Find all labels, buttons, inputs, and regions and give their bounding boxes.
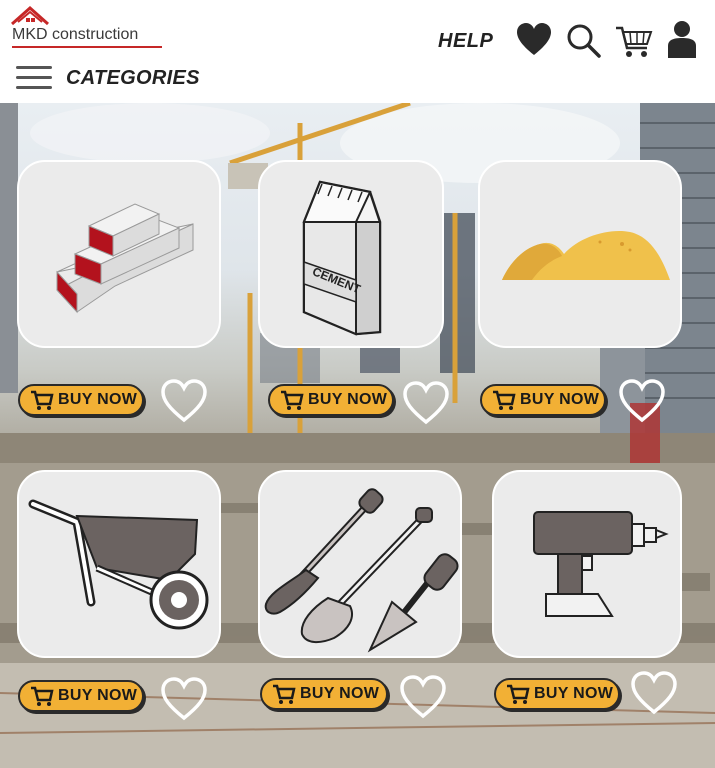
logo-text: MKD construction (12, 26, 139, 43)
wishlist-heart-icon[interactable] (159, 378, 209, 424)
cart-icon (507, 684, 530, 704)
buy-now-button-drill[interactable]: BUY NOW (494, 678, 620, 710)
product-card-sand[interactable] (478, 160, 682, 348)
bricks-icon (56, 203, 194, 314)
cart-icon (31, 686, 54, 706)
buy-now-label: BUY NOW (58, 687, 138, 704)
wheelbarrow-icon (28, 499, 209, 630)
logo[interactable]: MKD construction (10, 6, 175, 50)
buy-now-button-bricks[interactable]: BUY NOW (18, 384, 144, 416)
cart-icon (281, 390, 304, 410)
power-drill-icon (533, 511, 669, 617)
product-card-bricks[interactable] (17, 160, 221, 348)
cart-icon (31, 390, 54, 410)
help-link[interactable]: HELP (438, 30, 493, 53)
product-card-cement[interactable]: CEMENT (258, 160, 444, 348)
sand-pile-icon (502, 230, 670, 280)
cart-icon (493, 390, 516, 410)
buy-now-label: BUY NOW (308, 391, 388, 408)
product-card-wheelbarrow[interactable] (17, 470, 221, 658)
categories-label[interactable]: CATEGORIES (66, 67, 200, 90)
wishlist-heart-icon[interactable] (617, 378, 667, 424)
buy-now-label: BUY NOW (534, 685, 614, 702)
buy-now-label: BUY NOW (58, 391, 138, 408)
buy-now-button-shovel[interactable]: BUY NOW (260, 678, 388, 710)
buy-now-label: BUY NOW (300, 685, 380, 702)
cement-bag-icon: CEMENT (302, 180, 382, 336)
buy-now-button-cement[interactable]: BUY NOW (268, 384, 394, 416)
cart-icon[interactable] (614, 20, 654, 60)
product-card-shovel-and-trowels[interactable] (258, 470, 462, 658)
buy-now-button-sand[interactable]: BUY NOW (480, 384, 606, 416)
heart-icon[interactable] (514, 20, 554, 60)
wishlist-heart-icon[interactable] (159, 676, 209, 722)
product-card-power-drill[interactable] (492, 470, 682, 658)
logo-underline (12, 46, 162, 48)
wishlist-heart-icon[interactable] (401, 380, 451, 426)
buy-now-label: BUY NOW (520, 391, 600, 408)
top-header: MKD construction HELP CATEGORIES (0, 0, 715, 103)
user-icon[interactable] (662, 20, 702, 60)
wishlist-heart-icon[interactable] (398, 674, 448, 720)
menu-icon[interactable] (16, 64, 54, 92)
search-icon[interactable] (564, 20, 604, 60)
wishlist-heart-icon[interactable] (629, 670, 679, 716)
cart-icon (273, 684, 296, 704)
buy-now-button-wheelbarrow[interactable]: BUY NOW (18, 680, 144, 712)
shovel-trowel-icon (264, 488, 459, 653)
